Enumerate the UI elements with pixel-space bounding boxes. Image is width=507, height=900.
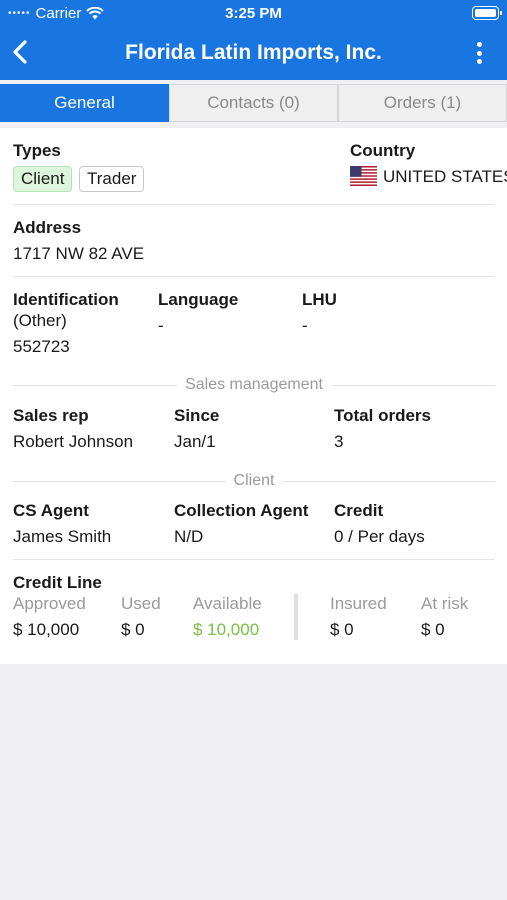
navigation-header: ••••• Carrier 3:25 PM Florida Latin Impo… [0,0,507,80]
insured-value: $ 0 [330,620,354,639]
client-section-title: Client [233,472,275,489]
lhu-value: - [302,316,308,335]
more-vertical-icon [476,42,482,47]
tab-contacts[interactable]: Contacts (0) [169,84,338,122]
total-orders-value: 3 [334,432,344,451]
insured-label: Insured [330,594,387,613]
at-risk-value: $ 0 [421,620,445,639]
client-divider: Client [13,472,495,490]
country-value: UNITED STATES [383,167,507,186]
credit-value: 0 / Per days [334,527,425,546]
tag-trader: Trader [79,166,145,192]
clock: 3:25 PM [225,5,282,22]
collection-agent-value: N/D [174,527,204,546]
identification-value: 552723 [13,337,70,356]
back-button[interactable] [6,34,38,70]
address-label: Address [13,218,82,237]
approved-label: Approved [13,594,86,613]
country-label: Country [350,141,416,160]
divider [13,276,495,277]
collection-agent-label: Collection Agent [174,501,309,520]
credit-line-label: Credit Line [13,573,102,592]
tab-bar: General Contacts (0) Orders (1) [0,84,507,122]
nav-bar: Florida Latin Imports, Inc. [0,30,507,74]
identification-type: (Other) [13,311,67,330]
language-value: - [158,316,164,335]
divider [13,559,495,560]
tab-general[interactable]: General [0,84,169,122]
status-bar: ••••• Carrier 3:25 PM [0,0,507,26]
available-value: $ 10,000 [193,620,260,639]
cs-agent-value: James Smith [13,527,112,546]
at-risk-label: At risk [421,594,469,613]
since-value: Jan/1 [174,432,216,451]
total-orders-label: Total orders [334,406,431,425]
chevron-left-icon [13,40,27,64]
types-label: Types [13,141,61,160]
sales-management-divider: Sales management [13,376,496,394]
since-label: Since [174,406,220,425]
cs-agent-label: CS Agent [13,501,89,520]
sales-rep-label: Sales rep [13,406,89,425]
divider [13,204,495,205]
general-info-card: Types Client Trader Country UNITED STATE… [0,128,507,664]
credit-label: Credit [334,501,384,520]
page-title: Florida Latin Imports, Inc. [125,41,382,64]
sales-rep-value: Robert Johnson [13,432,134,451]
lhu-label: LHU [302,290,337,309]
identification-label: Identification [13,290,119,309]
used-value: $ 0 [121,620,145,639]
address-value: 1717 NW 82 AVE [13,244,145,263]
battery-icon [472,6,502,20]
used-label: Used [121,594,161,613]
sales-management-title: Sales management [185,376,323,393]
us-flag-icon [350,166,377,186]
tag-client: Client [13,166,73,192]
language-label: Language [158,290,239,309]
tab-orders[interactable]: Orders (1) [338,84,507,122]
more-options-button[interactable] [469,40,489,66]
approved-value: $ 10,000 [13,620,80,639]
available-label: Available [193,594,262,613]
credit-divider [294,594,298,640]
